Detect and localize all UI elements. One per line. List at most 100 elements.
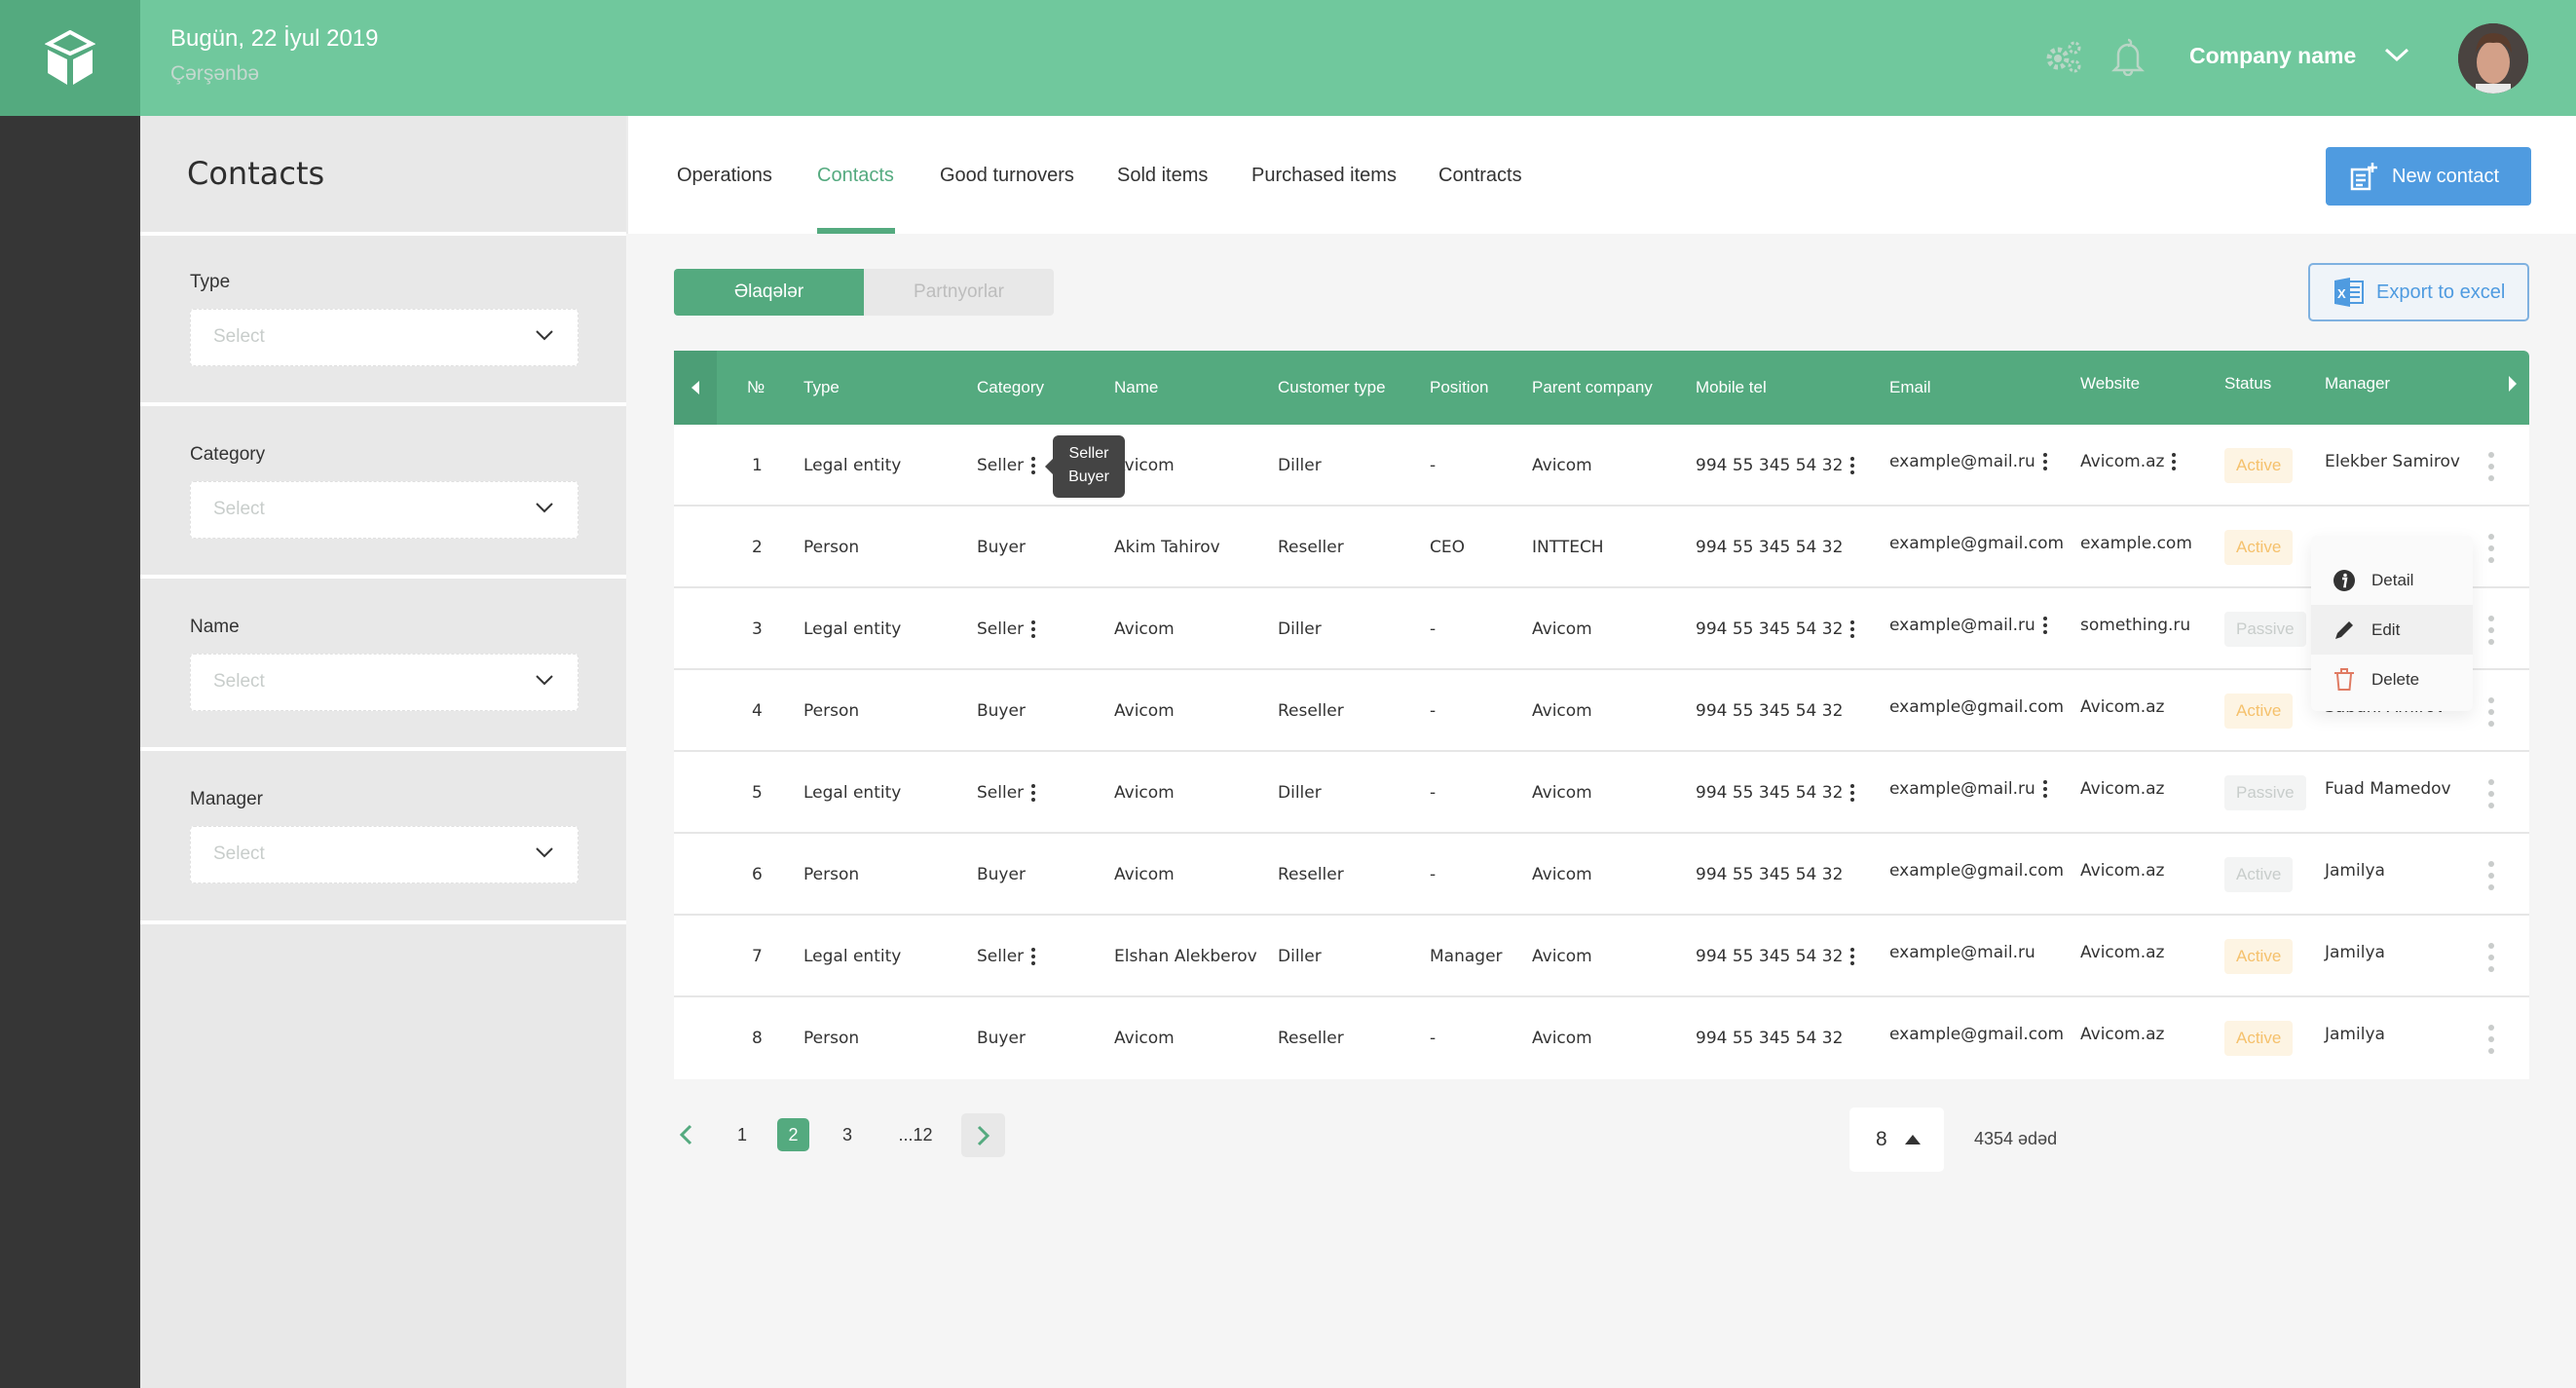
more-values-icon[interactable] [1031, 948, 1036, 965]
col-website[interactable]: Website [2080, 374, 2140, 394]
scroll-right-button[interactable] [2508, 376, 2518, 395]
cell-category: Buyer [977, 538, 1026, 557]
col-name[interactable]: Name [1114, 378, 1158, 397]
row-actions-icon[interactable] [2487, 861, 2495, 890]
bell-icon[interactable] [2110, 37, 2146, 80]
chevron-left-icon [679, 1124, 692, 1145]
cell-category-text: Buyer [977, 538, 1026, 557]
cell-mobile: 994 55 345 54 32 [1696, 701, 1843, 721]
sidebar [0, 116, 140, 1388]
menu-item-label: Detail [2371, 570, 2414, 589]
more-values-icon[interactable] [1850, 948, 1855, 965]
menu-item-delete[interactable]: Delete [2311, 655, 2473, 704]
page-1[interactable]: 1 [732, 1118, 752, 1151]
cell-position: - [1430, 1029, 1436, 1048]
page-2-current[interactable]: 2 [777, 1118, 809, 1151]
cell-manager-text: Jamilya [2325, 861, 2385, 881]
per-page-select[interactable]: 8 [1849, 1107, 1944, 1172]
cell-mobile: 994 55 345 54 32 [1696, 865, 1843, 884]
chevron-right-icon [977, 1125, 989, 1145]
more-values-icon[interactable] [1031, 784, 1036, 802]
company-name-dropdown[interactable]: Company name [2189, 43, 2356, 69]
cell-parent-company: Avicom [1532, 456, 1592, 475]
logo[interactable] [0, 0, 140, 116]
col-email[interactable]: Email [1889, 378, 1931, 397]
table-row[interactable]: 4 Person Buyer Avicom Reseller - Avicom 994 55 … [674, 670, 2529, 752]
more-values-icon[interactable] [2042, 453, 2047, 470]
row-actions-icon[interactable] [2487, 1025, 2495, 1054]
more-values-icon[interactable] [1850, 457, 1855, 474]
menu-item-detail[interactable]: Detail [2311, 555, 2473, 605]
col-mobile[interactable]: Mobile tel [1696, 378, 1767, 397]
row-actions-icon[interactable] [2487, 534, 2495, 563]
current-date: Bugün, 22 İyul 2019 [170, 25, 379, 52]
col-status[interactable]: Status [2224, 374, 2271, 394]
tab-operations[interactable]: Operations [677, 165, 772, 187]
col-customer-type[interactable]: Customer type [1278, 378, 1386, 397]
col-position[interactable]: Position [1430, 378, 1488, 397]
cell-name-text: Avicom [1114, 1029, 1175, 1048]
col-category[interactable]: Category [977, 378, 1044, 397]
table-row[interactable]: 8 Person Buyer Avicom Reseller - Avicom 994 55 … [674, 997, 2529, 1079]
scroll-left-button[interactable] [674, 351, 717, 425]
cell-no-text: 6 [752, 865, 763, 884]
settings-gears-icon[interactable] [2045, 39, 2084, 80]
table-row[interactable]: 2 Person Buyer Akim Tahirov Reseller CEO INTTE… [674, 506, 2529, 588]
filter-label: Type [190, 272, 231, 292]
cell-email: example@mail.ru [1889, 779, 2047, 799]
tab-contracts[interactable]: Contracts [1438, 165, 1522, 187]
more-values-icon[interactable] [2042, 617, 2047, 634]
tab-sold-items[interactable]: Sold items [1117, 165, 1208, 187]
manager-select[interactable]: Select [190, 826, 579, 883]
chevron-down-icon[interactable] [2384, 47, 2409, 66]
row-actions-icon[interactable] [2487, 697, 2495, 727]
tab-purchased-items[interactable]: Purchased items [1251, 165, 1397, 187]
segment-partnyorlar[interactable]: Partnyorlar [864, 269, 1054, 316]
status-badge: Passive [2224, 612, 2306, 647]
new-contact-button[interactable]: New contact [2326, 147, 2531, 206]
name-select[interactable]: Select [190, 654, 579, 711]
more-values-icon[interactable] [2172, 453, 2177, 470]
table-row[interactable]: 5 Legal entity Seller Avicom Diller - Avicom 99… [674, 752, 2529, 834]
cell-parent-company-text: Avicom [1532, 619, 1592, 639]
export-excel-button[interactable]: X Export to excel [2308, 263, 2529, 321]
row-actions-icon[interactable] [2487, 943, 2495, 972]
table-row[interactable]: 7 Legal entity Seller Elshan Alekberov Dille… [674, 916, 2529, 997]
status-badge: Active [2224, 530, 2294, 565]
category-select[interactable]: Select [190, 481, 579, 539]
cell-website-text: Avicom.az [2080, 697, 2165, 717]
more-values-icon[interactable] [1031, 620, 1036, 638]
filter-label: Category [190, 444, 266, 465]
col-manager[interactable]: Manager [2325, 374, 2390, 394]
table-row[interactable]: 3 Legal entity Seller Avicom Diller - Avicom 99… [674, 588, 2529, 670]
filter-panel: Contacts Type Select Category Select Nam… [140, 116, 626, 1388]
more-values-icon[interactable] [2042, 780, 2047, 798]
cell-name: Avicom [1114, 701, 1175, 721]
cell-parent-company-text: INTTECH [1532, 538, 1604, 557]
next-page-button[interactable] [961, 1113, 1005, 1157]
cell-position: CEO [1430, 538, 1465, 557]
avatar[interactable] [2458, 23, 2528, 94]
tab-contacts[interactable]: Contacts [817, 165, 894, 187]
page-last[interactable]: ...12 [896, 1118, 935, 1151]
segment-elaqeler[interactable]: Əlaqələr [674, 269, 864, 316]
cell-no: 5 [752, 783, 763, 803]
col-parent-company[interactable]: Parent company [1532, 378, 1653, 397]
prev-page-button[interactable] [674, 1118, 697, 1151]
row-actions-icon[interactable] [2487, 616, 2495, 645]
page-3[interactable]: 3 [838, 1118, 857, 1151]
export-label: Export to excel [2376, 281, 2506, 303]
row-actions-icon[interactable] [2487, 779, 2495, 808]
type-select[interactable]: Select [190, 309, 579, 366]
more-values-icon[interactable] [1850, 784, 1855, 802]
tab-good-turnovers[interactable]: Good turnovers [940, 165, 1074, 187]
more-values-icon[interactable] [1850, 620, 1855, 638]
contacts-table: № Type Category Name Customer type Posit… [674, 351, 2529, 1079]
more-values-icon[interactable] [1031, 457, 1036, 474]
table-row[interactable]: 1 Legal entity Seller Avicom Diller - Avicom 99… [674, 425, 2529, 506]
filter-label: Name [190, 617, 240, 637]
row-actions-icon[interactable] [2487, 452, 2495, 481]
col-type[interactable]: Type [803, 378, 840, 397]
menu-item-edit[interactable]: Edit [2311, 605, 2473, 655]
table-row[interactable]: 6 Person Buyer Avicom Reseller - Avicom 994 55 … [674, 834, 2529, 916]
